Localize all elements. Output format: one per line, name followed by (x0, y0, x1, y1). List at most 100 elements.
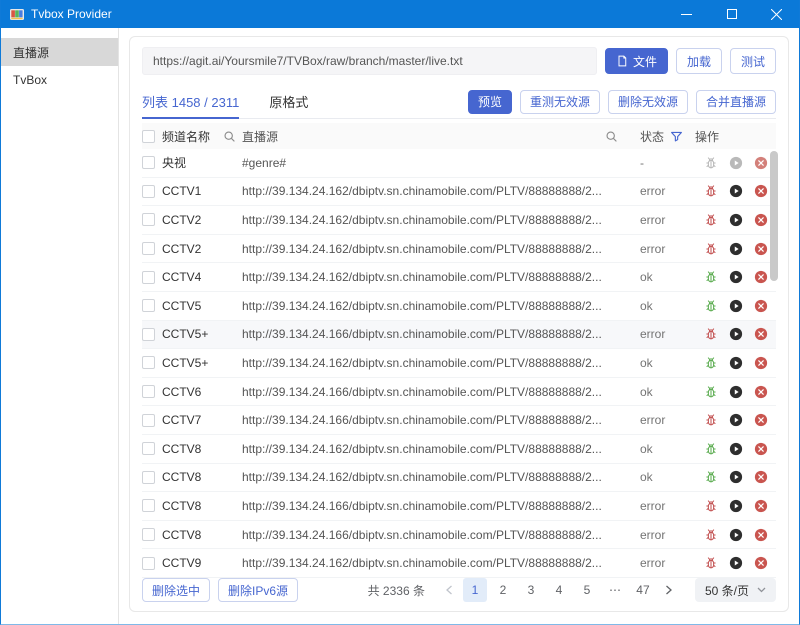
url-input[interactable] (142, 47, 597, 75)
load-button[interactable]: 加载 (676, 48, 722, 74)
channel-name: CCTV4 (162, 270, 201, 284)
delete-icon[interactable] (754, 499, 768, 513)
page-size-select[interactable]: 50 条/页 (695, 578, 776, 602)
retest-bug-icon[interactable] (704, 213, 718, 227)
delete-icon[interactable] (754, 299, 768, 313)
row-checkbox[interactable] (142, 271, 155, 284)
status-text: - (640, 156, 644, 170)
play-icon[interactable] (729, 385, 743, 399)
page-number[interactable]: ⋯ (603, 578, 627, 602)
row-checkbox[interactable] (142, 442, 155, 455)
retest-bug-icon[interactable] (704, 270, 718, 284)
play-icon[interactable] (729, 528, 743, 542)
row-checkbox[interactable] (142, 185, 155, 198)
play-icon[interactable] (729, 270, 743, 284)
play-icon[interactable] (729, 327, 743, 341)
minimize-button[interactable] (664, 0, 709, 28)
play-icon[interactable] (729, 156, 743, 170)
tab-list[interactable]: 列表 1458 / 2311 (142, 85, 239, 118)
select-all-checkbox[interactable] (142, 130, 155, 143)
row-checkbox[interactable] (142, 242, 155, 255)
play-icon[interactable] (729, 213, 743, 227)
delete-icon[interactable] (754, 213, 768, 227)
delete-icon[interactable] (754, 442, 768, 456)
row-checkbox[interactable] (142, 499, 155, 512)
row-checkbox[interactable] (142, 385, 155, 398)
delete-icon[interactable] (754, 385, 768, 399)
row-checkbox[interactable] (142, 414, 155, 427)
delete-icon[interactable] (754, 356, 768, 370)
retest-bug-icon[interactable] (704, 156, 718, 170)
source-url: http://39.134.24.166/dbiptv.sn.chinamobi… (242, 327, 602, 341)
test-button[interactable]: 测试 (730, 48, 776, 74)
row-checkbox[interactable] (142, 471, 155, 484)
tab-raw-format[interactable]: 原格式 (269, 85, 308, 118)
row-checkbox[interactable] (142, 299, 155, 312)
play-icon[interactable] (729, 242, 743, 256)
delete-icon[interactable] (754, 470, 768, 484)
file-button[interactable]: 文件 (605, 48, 668, 74)
retest-bug-icon[interactable] (704, 470, 718, 484)
page-number[interactable]: 3 (519, 578, 543, 602)
maximize-button[interactable] (709, 0, 754, 28)
play-icon[interactable] (729, 470, 743, 484)
prev-page-button[interactable] (439, 578, 459, 602)
retest-bug-icon[interactable] (704, 528, 718, 542)
play-icon[interactable] (729, 356, 743, 370)
status-filter-icon[interactable] (670, 130, 683, 143)
delete-icon[interactable] (754, 156, 768, 170)
page-number[interactable]: 1 (463, 578, 487, 602)
retest-bug-icon[interactable] (704, 442, 718, 456)
retest-bug-icon[interactable] (704, 184, 718, 198)
page-number[interactable]: 4 (547, 578, 571, 602)
page-number[interactable]: 5 (575, 578, 599, 602)
row-checkbox[interactable] (142, 528, 155, 541)
delete-icon[interactable] (754, 556, 768, 570)
search-source-icon[interactable] (605, 130, 618, 143)
retest-bug-icon[interactable] (704, 299, 718, 313)
delete-icon[interactable] (754, 528, 768, 542)
search-channel-icon[interactable] (223, 130, 236, 143)
retest-bug-icon[interactable] (704, 242, 718, 256)
retest-bug-icon[interactable] (704, 556, 718, 570)
delete-selected-button[interactable]: 删除选中 (142, 578, 210, 602)
retest-bug-icon[interactable] (704, 356, 718, 370)
delete-icon[interactable] (754, 413, 768, 427)
retest-bug-icon[interactable] (704, 413, 718, 427)
row-checkbox[interactable] (142, 356, 155, 369)
play-icon[interactable] (729, 499, 743, 513)
page-number[interactable]: 47 (631, 578, 655, 602)
delete-icon[interactable] (754, 242, 768, 256)
status-text: error (640, 556, 665, 570)
delete-ipv6-button[interactable]: 删除IPv6源 (218, 578, 298, 602)
sidebar-item[interactable]: 直播源 (1, 38, 118, 66)
row-checkbox[interactable] (142, 156, 155, 169)
play-icon[interactable] (729, 184, 743, 198)
retest-bug-icon[interactable] (704, 385, 718, 399)
next-page-button[interactable] (659, 578, 679, 602)
play-icon[interactable] (729, 299, 743, 313)
play-icon[interactable] (729, 413, 743, 427)
channel-name: CCTV8 (162, 528, 201, 542)
retest-bug-icon[interactable] (704, 327, 718, 341)
channel-table: 频道名称 直播源 状态 (142, 123, 776, 570)
preview-button[interactable]: 预览 (468, 90, 512, 114)
row-checkbox[interactable] (142, 328, 155, 341)
merge-sources-button[interactable]: 合并直播源 (696, 90, 776, 114)
page-number[interactable]: 2 (491, 578, 515, 602)
row-checkbox[interactable] (142, 213, 155, 226)
delete-icon[interactable] (754, 327, 768, 341)
row-checkbox[interactable] (142, 557, 155, 570)
delete-icon[interactable] (754, 270, 768, 284)
retest-bug-icon[interactable] (704, 499, 718, 513)
close-button[interactable] (754, 0, 799, 28)
table-scrollbar[interactable] (770, 151, 778, 281)
sidebar-item[interactable]: TvBox (1, 66, 118, 94)
delete-invalid-button[interactable]: 删除无效源 (608, 90, 688, 114)
play-icon[interactable] (729, 442, 743, 456)
retest-invalid-button[interactable]: 重测无效源 (520, 90, 600, 114)
play-icon[interactable] (729, 556, 743, 570)
delete-icon[interactable] (754, 184, 768, 198)
channel-name: CCTV7 (162, 413, 201, 427)
app-icon (9, 6, 25, 22)
